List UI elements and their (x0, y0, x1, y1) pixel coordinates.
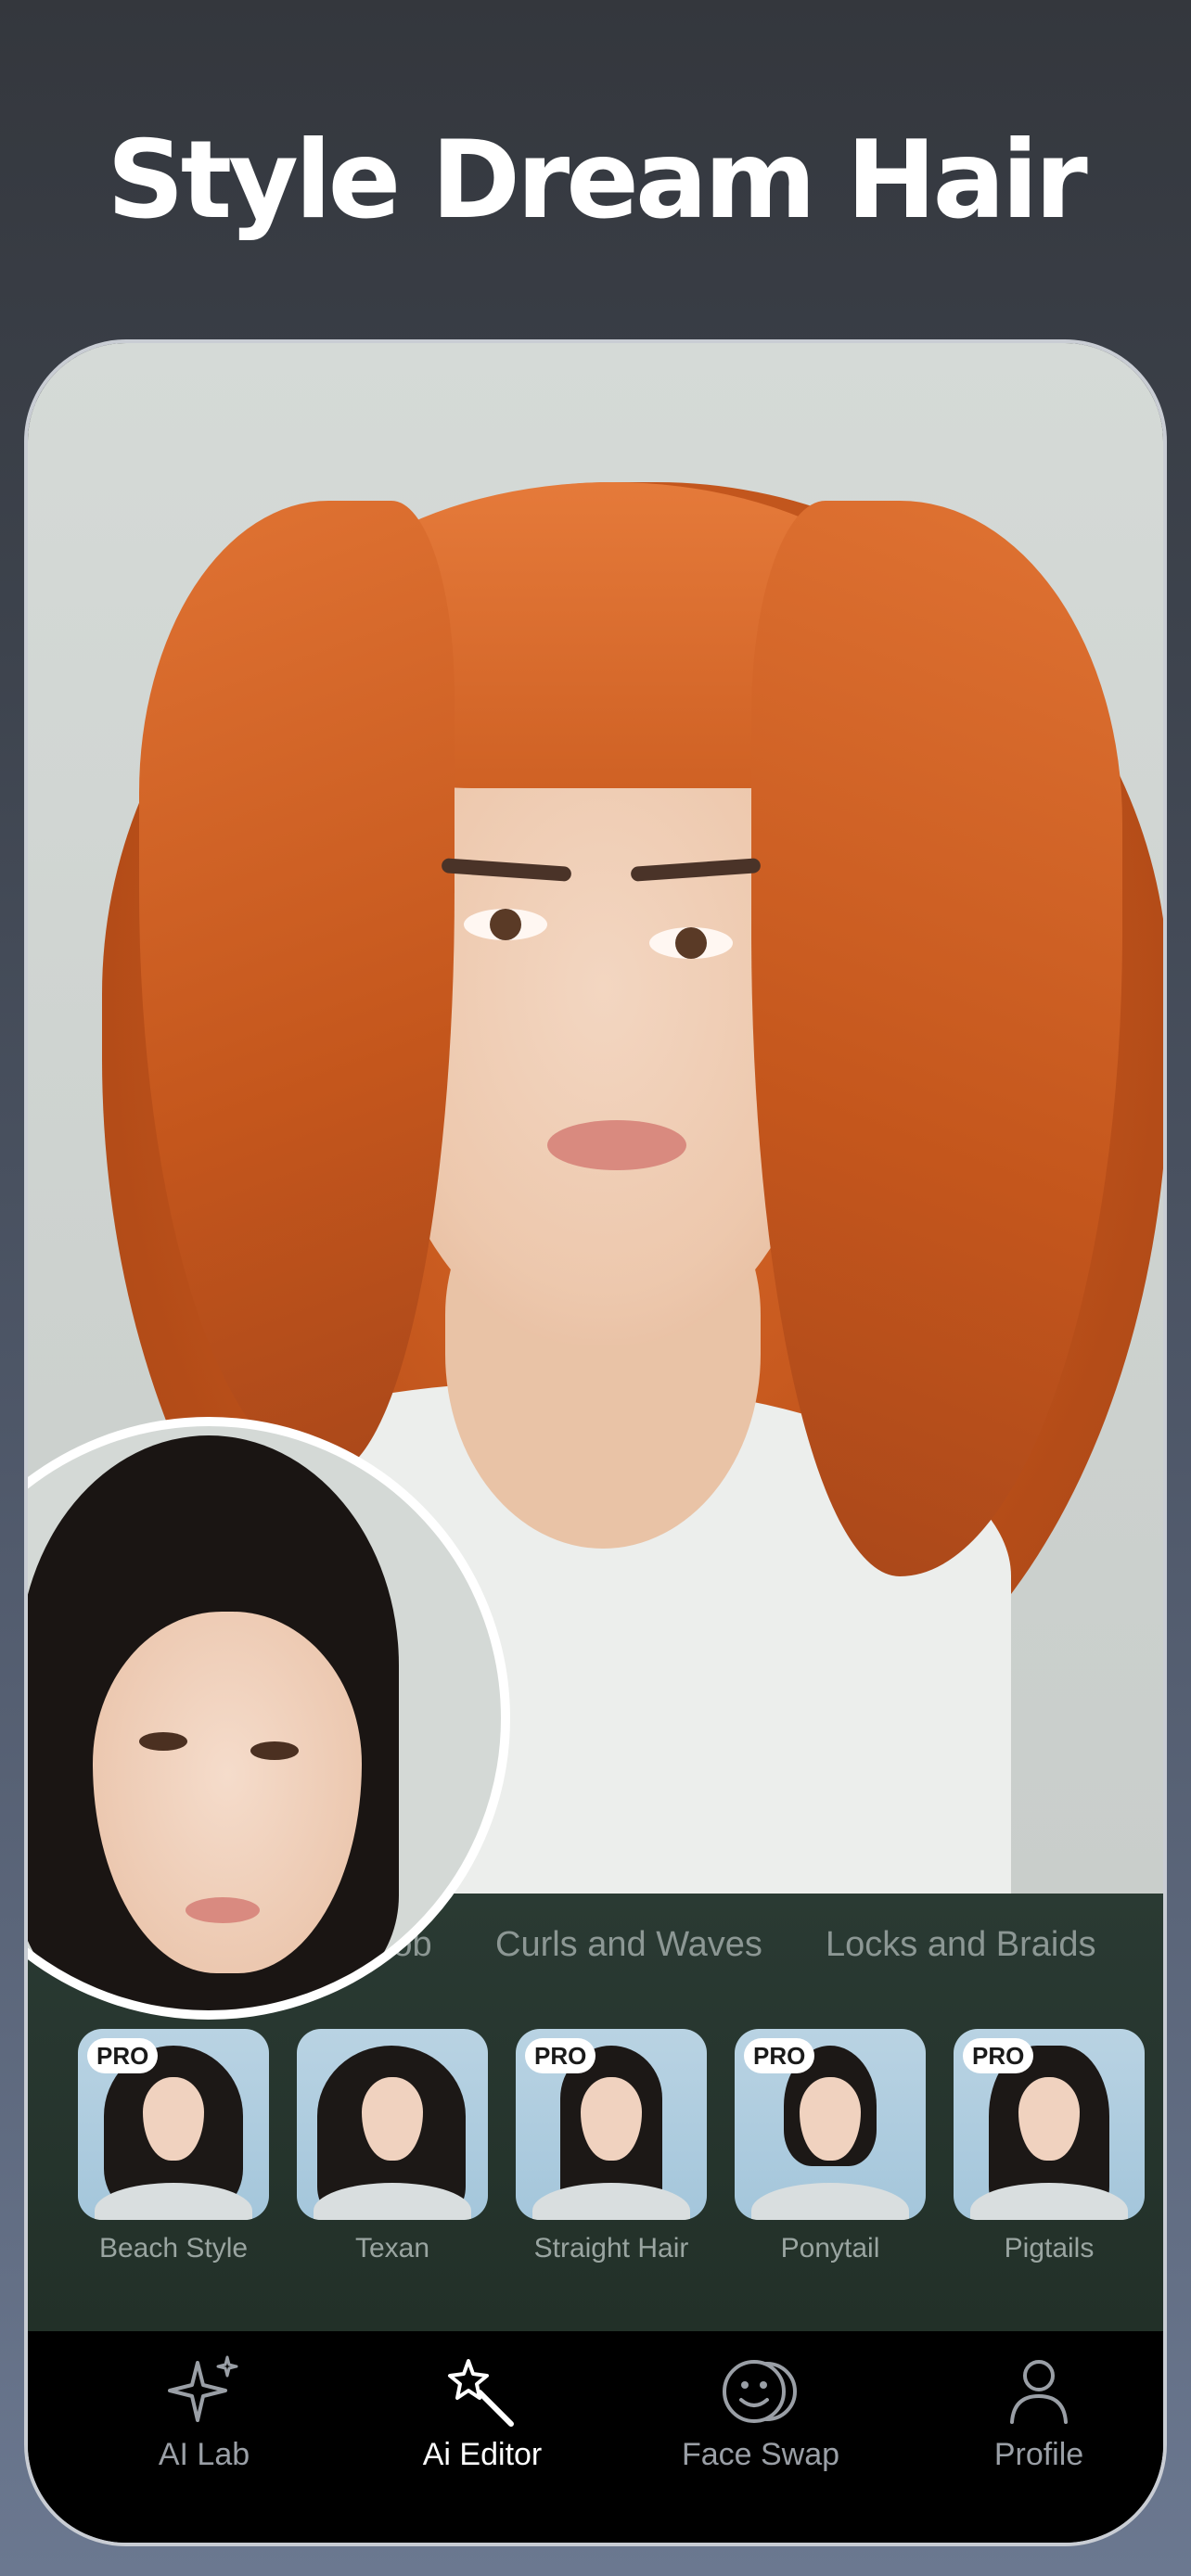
category-locks-and-braids[interactable]: Locks and Braids (826, 1925, 1096, 1965)
headline: Style Dream Hair (107, 118, 1087, 243)
tab-label: Face Swap (681, 2437, 840, 2472)
magic-wand-icon (448, 2359, 514, 2427)
style-label: Ponytail (780, 2233, 880, 2264)
style-ponytail[interactable]: PRO Ponytail (735, 2029, 926, 2264)
sparkle-icon (168, 2355, 238, 2422)
tab-face-swap[interactable]: Face Swap (621, 2331, 900, 2517)
style-label: Texan (354, 2233, 430, 2264)
style-beach-style[interactable]: PRO Beach Style (78, 2029, 269, 2264)
tab-ai-lab[interactable]: AI Lab (65, 2331, 343, 2517)
person-icon (1010, 2360, 1068, 2424)
tab-label: Ai Editor (422, 2437, 543, 2472)
style-preview-image (297, 2029, 488, 2220)
tab-label: Profile (993, 2437, 1084, 2472)
tab-ai-editor[interactable]: Ai Editor (343, 2331, 621, 2517)
style-preview-image: PRO (954, 2029, 1145, 2220)
tab-label: AI Lab (158, 2437, 250, 2472)
style-pigtails[interactable]: PRO Pigtails (954, 2029, 1145, 2264)
category-curls-and-waves[interactable]: Curls and Waves (495, 1925, 762, 1965)
style-preview-image: PRO (516, 2029, 707, 2220)
style-straight-hair[interactable]: PRO Straight Hair (516, 2029, 707, 2264)
tab-profile[interactable]: Profile (900, 2331, 1163, 2517)
pro-badge: PRO (525, 2038, 596, 2073)
bottom-tab-bar: AI Lab Ai Editor Face Swap Profile (28, 2331, 1163, 2543)
face-swap-icon (723, 2360, 797, 2423)
pro-badge: PRO (744, 2038, 815, 2073)
pro-badge: PRO (963, 2038, 1034, 2073)
style-thumbnails: PRO Beach Style Texan PRO Straight Hair … (28, 2029, 1163, 2307)
style-label: Beach Style (98, 2233, 249, 2264)
style-label: Straight Hair (533, 2233, 689, 2264)
style-label: Pigtails (1004, 2233, 1095, 2264)
style-preview-image: PRO (78, 2029, 269, 2220)
style-texan[interactable]: Texan (297, 2029, 488, 2264)
style-preview-image: PRO (735, 2029, 926, 2220)
phone-screen: Bob Curls and Waves Locks and Braids PRO… (24, 339, 1167, 2546)
pro-badge: PRO (87, 2038, 159, 2073)
